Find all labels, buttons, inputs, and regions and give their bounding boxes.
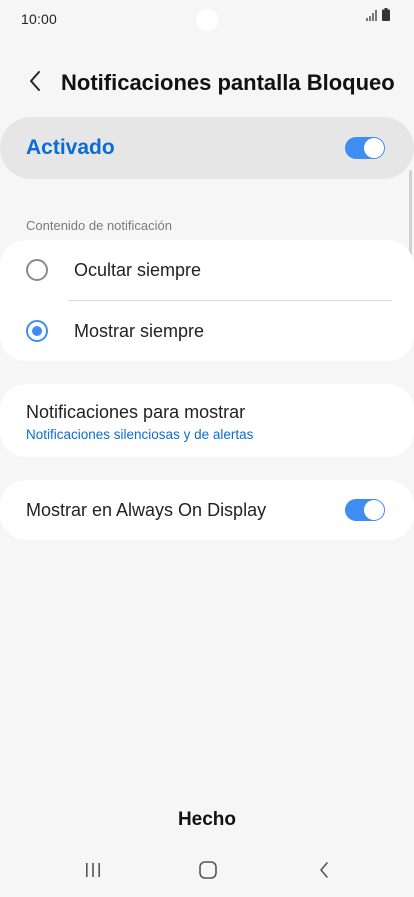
toggle-knob [364,500,384,520]
content-options-card: Ocultar siempre Mostrar siempre [0,240,414,361]
option-hide-always[interactable]: Ocultar siempre [0,240,414,300]
recents-icon [84,862,102,883]
radio-button-unselected[interactable] [26,259,48,281]
home-button[interactable] [194,860,222,884]
always-on-display-toggle[interactable] [345,499,385,521]
back-icon [318,861,330,884]
home-icon [198,860,218,885]
recents-button[interactable] [79,860,107,884]
status-icons [366,8,390,26]
signal-icon [366,8,378,26]
battery-icon [382,8,390,26]
status-time: 10:00 [21,11,58,27]
option-show-always[interactable]: Mostrar siempre [0,301,414,361]
notifications-to-show-row[interactable]: Notificaciones para mostrar Notificacion… [0,384,414,457]
option-label: Mostrar siempre [74,321,205,341]
section-header-content: Contenido de notificación [26,218,172,233]
option-label: Ocultar siempre [74,260,202,280]
header: Notificaciones pantalla Bloqueo [0,62,414,106]
camera-cutout [196,9,218,31]
page-title: Notificaciones pantalla Bloqueo [61,70,395,95]
phone-screen: 10:00 Notificaciones pantalla Bloqueo Ac… [0,0,414,897]
toggle-knob [364,138,384,158]
nav-back-button[interactable] [310,860,338,884]
radio-button-selected[interactable] [26,320,48,342]
done-button[interactable]: Hecho [157,804,257,836]
master-toggle-label: Activado [26,136,115,159]
chevron-left-icon [28,70,42,97]
notifications-to-show-value: Notificaciones silenciosas y de alertas [26,427,254,442]
always-on-display-row[interactable]: Mostrar en Always On Display [0,480,414,540]
always-on-display-label: Mostrar en Always On Display [26,500,267,520]
navigation-bar [0,852,414,892]
master-toggle-row[interactable]: Activado [0,117,414,179]
notifications-to-show-title: Notificaciones para mostrar [26,402,246,422]
back-button[interactable] [20,68,50,98]
status-bar: 10:00 [0,0,414,40]
master-toggle-switch[interactable] [345,137,385,159]
